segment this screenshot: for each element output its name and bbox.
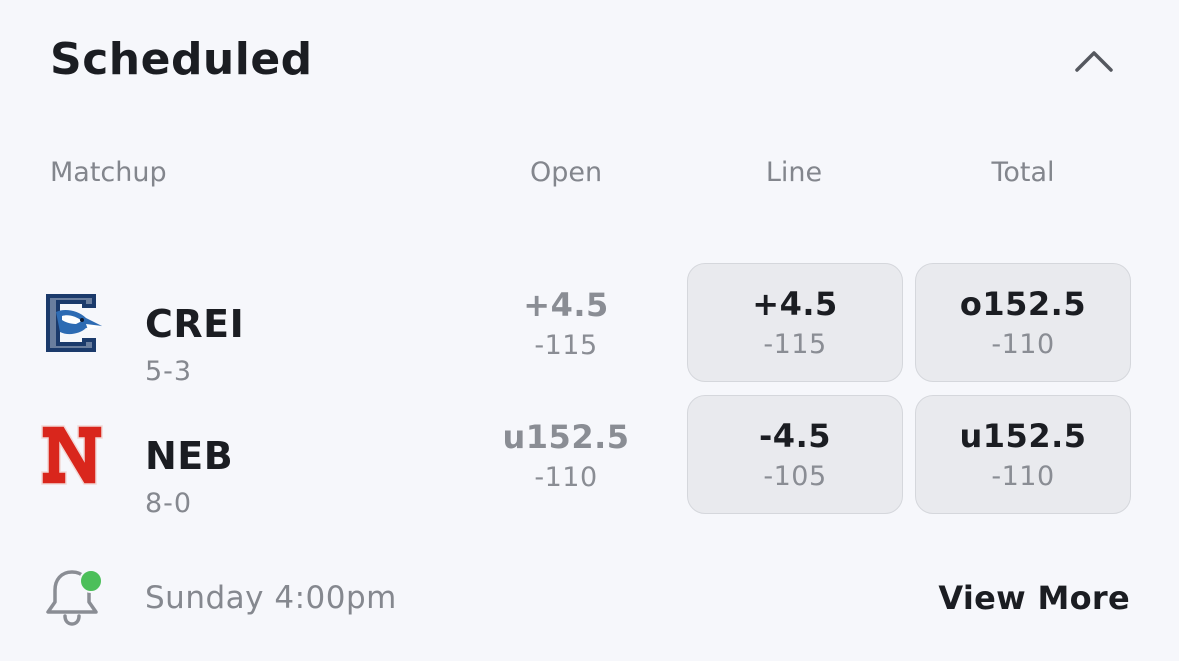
open-odds-value: +4.5 bbox=[523, 286, 609, 324]
bell-icon bbox=[46, 569, 103, 626]
open-odds: +4.5 -115 bbox=[458, 286, 674, 361]
open-odds-value: u152.5 bbox=[502, 418, 630, 456]
line-odds-price: -115 bbox=[763, 329, 827, 360]
column-header-total: Total bbox=[991, 157, 1055, 188]
total-odds-value: u152.5 bbox=[959, 417, 1087, 455]
nebraska-logo bbox=[40, 424, 104, 486]
game-time: Sunday 4:00pm bbox=[145, 580, 397, 616]
column-header-open: Open bbox=[529, 157, 603, 188]
view-more-link[interactable]: View More bbox=[938, 579, 1130, 617]
open-odds-price: -110 bbox=[534, 462, 598, 493]
column-header-matchup: Matchup bbox=[50, 157, 167, 188]
chevron-up-icon bbox=[1075, 51, 1113, 72]
total-odds-price: -110 bbox=[991, 461, 1055, 492]
team-name: CREI bbox=[145, 302, 245, 346]
team-name: NEB bbox=[145, 434, 234, 478]
column-header-line: Line bbox=[765, 157, 823, 188]
total-odds-value: o152.5 bbox=[959, 285, 1087, 323]
total-odds-button[interactable]: o152.5 -110 bbox=[915, 263, 1131, 382]
page-title: Scheduled bbox=[50, 34, 313, 85]
total-odds-button[interactable]: u152.5 -110 bbox=[915, 395, 1131, 514]
creighton-logo bbox=[38, 290, 104, 356]
team-record: 5-3 bbox=[145, 356, 193, 387]
open-odds-price: -115 bbox=[534, 330, 598, 361]
line-odds-button[interactable]: -4.5 -105 bbox=[687, 395, 903, 514]
team-record: 8-0 bbox=[145, 488, 193, 519]
total-odds-price: -110 bbox=[991, 329, 1055, 360]
alert-button[interactable] bbox=[42, 566, 104, 628]
collapse-button[interactable] bbox=[1066, 38, 1122, 84]
line-odds-price: -105 bbox=[763, 461, 827, 492]
line-odds-value: -4.5 bbox=[759, 417, 831, 455]
line-odds-button[interactable]: +4.5 -115 bbox=[687, 263, 903, 382]
line-odds-value: +4.5 bbox=[752, 285, 838, 323]
open-odds: u152.5 -110 bbox=[458, 418, 674, 493]
